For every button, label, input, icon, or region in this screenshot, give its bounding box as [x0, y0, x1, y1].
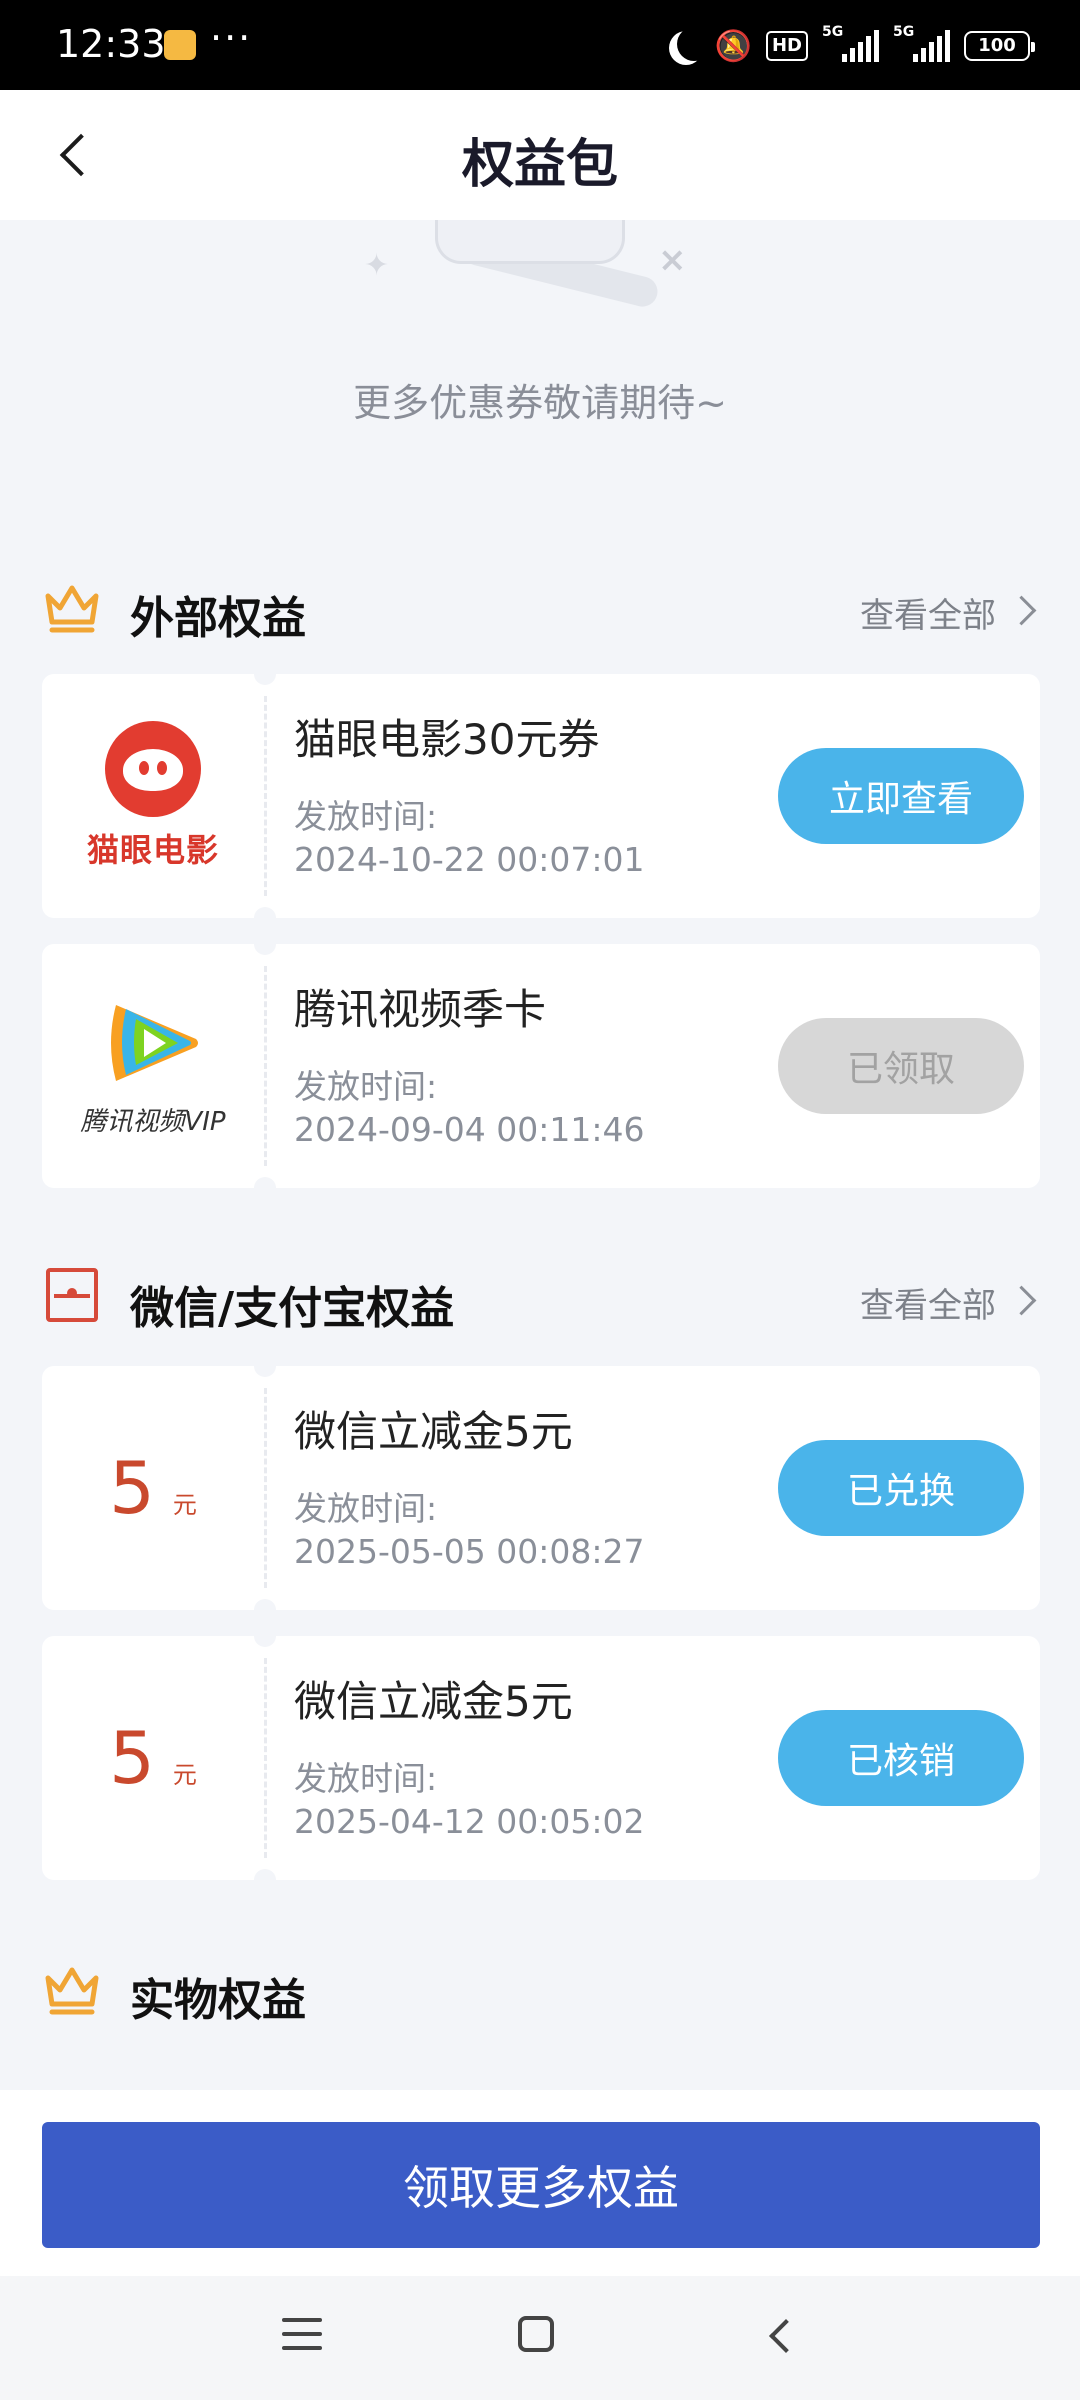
battery-icon: 100: [964, 31, 1035, 61]
benefit-card: 腾讯视频VIP 腾讯视频季卡 发放时间: 2024-09-04 00:11:46…: [42, 933, 1040, 1199]
crown-icon: [45, 585, 99, 633]
section-title: 微信/支付宝权益: [130, 1283, 455, 1334]
benefit-card: 5 元 微信立减金5元 发放时间: 2025-05-05 00:08:27 已兑…: [42, 1355, 1040, 1621]
section-title: 外部权益: [130, 593, 306, 644]
view-all-link[interactable]: 查看全部: [860, 1278, 1040, 1327]
close-mark-icon: ×: [658, 240, 687, 280]
amount-value: 5: [109, 1716, 155, 1800]
amount-unit: 元: [172, 1761, 197, 1789]
gallery-notification-icon: [164, 30, 196, 60]
sparkle-icon: ✦: [364, 248, 390, 283]
issue-time-label: 发放时间:: [294, 1489, 438, 1528]
page-title: 权益包: [461, 135, 618, 195]
issue-time: 2024-10-22 00:07:01: [294, 840, 645, 879]
hd-voice-icon: HD: [765, 31, 808, 61]
issue-time: 2025-04-12 00:05:02: [294, 1802, 645, 1841]
issue-time-label: 发放时间:: [294, 797, 438, 836]
claimed-button[interactable]: 已领取: [778, 1018, 1024, 1114]
redeemed-button[interactable]: 已兑换: [778, 1440, 1024, 1536]
mute-icon: 🔕: [714, 28, 752, 64]
issue-time: 2025-05-05 00:08:27: [294, 1532, 645, 1571]
section-title: 实物权益: [130, 1975, 306, 2026]
amount-unit: 元: [172, 1491, 197, 1519]
view-now-button[interactable]: 立即查看: [778, 748, 1024, 844]
section-header-wechat-alipay: 微信/支付宝权益 查看全部: [42, 1260, 1040, 1340]
issue-time: 2024-09-04 00:11:46: [294, 1110, 645, 1149]
tencent-video-logo: 腾讯视频VIP: [68, 995, 238, 1138]
crown-icon: [45, 1967, 99, 2015]
home-icon[interactable]: [518, 2316, 554, 2352]
amount-value: 5: [109, 1446, 155, 1530]
verified-button[interactable]: 已核销: [778, 1710, 1024, 1806]
view-all-link[interactable]: 查看全部: [860, 588, 1040, 637]
app-header: 权益包: [0, 90, 1080, 220]
system-nav-bar: [0, 2276, 1080, 2400]
issue-time-label: 发放时间:: [294, 1067, 438, 1106]
benefit-card: 猫眼电影 猫眼电影30元券 发放时间: 2024-10-22 00:07:01 …: [42, 663, 1040, 929]
status-time: 12:33: [56, 22, 166, 66]
benefit-name: 猫眼电影30元券: [294, 715, 600, 764]
get-more-benefits-button[interactable]: 领取更多权益: [42, 2122, 1040, 2248]
signal-icon: 5G: [822, 24, 879, 62]
card-logo: 腾讯视频VIP: [42, 944, 264, 1188]
card-amount: 5 元: [42, 1636, 264, 1880]
menu-icon[interactable]: [282, 2318, 322, 2352]
benefit-name: 腾讯视频季卡: [294, 985, 547, 1034]
empty-state-illustration: ✦ ×: [360, 220, 720, 330]
card-amount: 5 元: [42, 1366, 264, 1610]
more-notifications-icon: ···: [210, 16, 253, 60]
issue-time-label: 发放时间:: [294, 1759, 438, 1798]
benefit-name: 微信立减金5元: [294, 1407, 573, 1456]
section-header-physical: 实物权益: [42, 1952, 1040, 2032]
do-not-disturb-icon: [677, 27, 711, 61]
card-logo: 猫眼电影: [42, 674, 264, 918]
envelope-icon: [46, 1268, 98, 1322]
section-header-external: 外部权益 查看全部: [42, 570, 1040, 650]
back-icon[interactable]: [762, 2316, 802, 2356]
signal-icon-2: 5G: [893, 24, 950, 62]
maoyan-logo: 猫眼电影: [78, 721, 228, 871]
empty-state-text: 更多优惠券敬请期待~: [353, 381, 727, 425]
benefit-card: 5 元 微信立减金5元 发放时间: 2025-04-12 00:05:02 已核…: [42, 1625, 1040, 1891]
status-bar: 12:33 ··· 🔕 HD 5G 5G 100: [0, 0, 1080, 90]
benefit-name: 微信立减金5元: [294, 1677, 573, 1726]
